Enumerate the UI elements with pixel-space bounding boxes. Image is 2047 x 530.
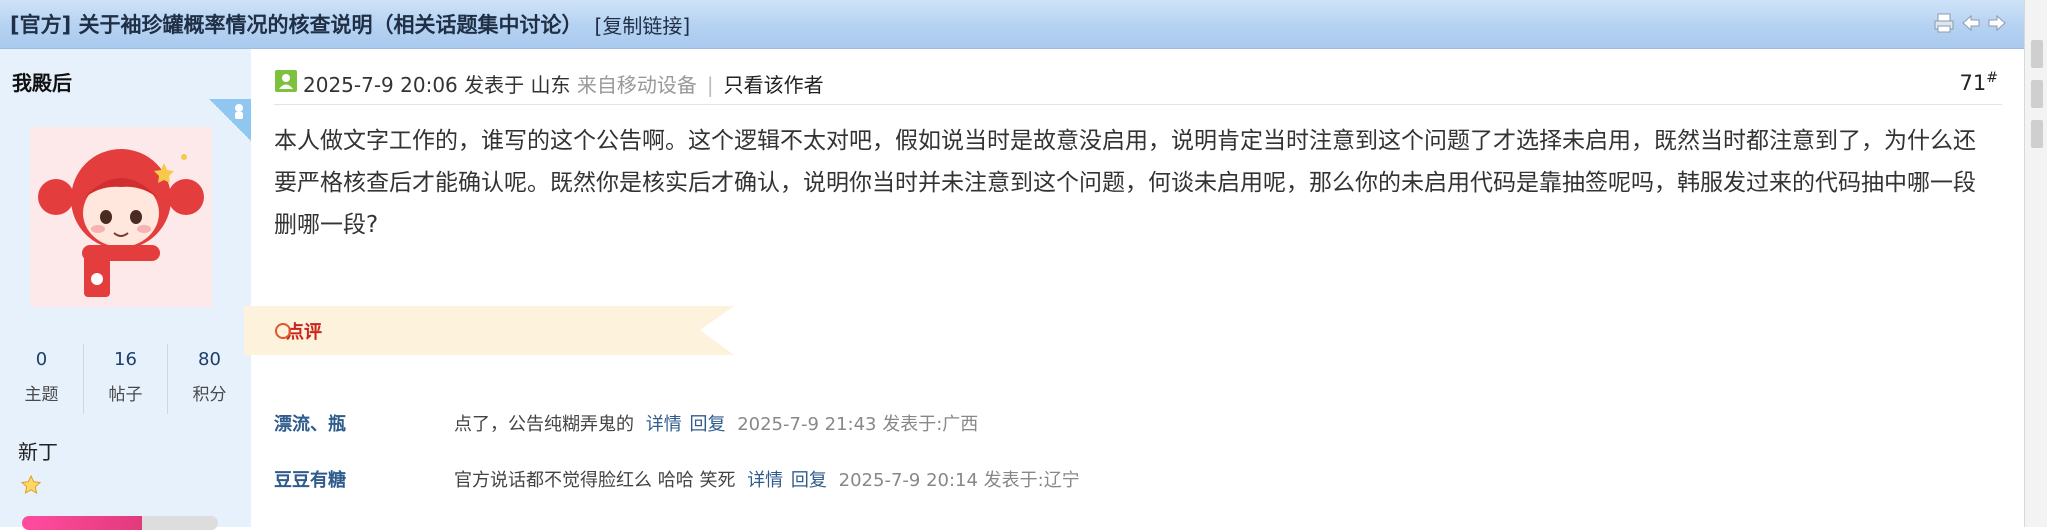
meta-separator: | (706, 73, 714, 97)
post-date: 2025-7-9 20:06 发表于 山东 (303, 73, 571, 97)
star-icon (20, 474, 42, 500)
comment-detail-link[interactable]: 详情 (646, 414, 682, 435)
gender-badge-icon (235, 104, 243, 119)
comment-item: 漂流、瓶 点了，公告纯糊弄鬼的 详情 回复 2025-7-9 21:43 发表于… (274, 410, 1974, 440)
rail-tab[interactable] (2031, 120, 2043, 148)
comment-detail-link[interactable]: 详情 (747, 470, 783, 491)
post-content: 本人做文字工作的，谁写的这个公告啊。这个逻辑不太对吧，假如说当时是故意没启用，说… (274, 128, 1976, 238)
only-author-link[interactable]: 只看该作者 (724, 73, 824, 97)
post-header: 2025-7-9 20:06 发表于 山东 来自移动设备 | 只看该作者 71# (274, 66, 2002, 105)
comment-ring-icon (274, 322, 292, 344)
comment-meta: 2025-7-9 21:43 发表于:广西 (737, 414, 979, 435)
page-scrollbar[interactable] (2024, 0, 2047, 527)
post-source: 来自移动设备 (576, 73, 697, 97)
avatar-image (38, 149, 204, 297)
comment-reply-link[interactable]: 回复 (791, 470, 827, 491)
comment-text: 官方说话都不觉得脸红么 哈哈 笑死 (454, 470, 736, 491)
author-name[interactable]: 我殿后 (12, 67, 72, 96)
stat-label: 主题 (24, 385, 59, 405)
rail-tab[interactable] (2031, 80, 2043, 108)
stat-value: 80 (198, 349, 221, 370)
comment-section-tag: 点评 (244, 306, 734, 355)
author-sidebar: 我殿后 0 主题 16 帖子 80 积分 新丁 (0, 49, 251, 530)
comment-reply-link[interactable]: 回复 (689, 414, 725, 435)
comment-text: 点了，公告纯糊弄鬼的 (454, 414, 634, 435)
comment-user[interactable]: 豆豆有糖 (274, 466, 346, 492)
comment-body: 官方说话都不觉得脸红么 哈哈 笑死 详情 回复 2025-7-9 20:14 发… (454, 466, 1080, 492)
stat-posts[interactable]: 16 帖子 (83, 344, 167, 414)
floor-number[interactable]: 71# (1960, 70, 1998, 95)
author-stats: 0 主题 16 帖子 80 积分 (0, 344, 251, 414)
print-icon[interactable] (1934, 13, 1954, 33)
comment-user[interactable]: 漂流、瓶 (274, 410, 346, 436)
online-status-icon (274, 69, 298, 97)
next-thread-icon[interactable] (1988, 13, 2006, 33)
rank-progress-fill (22, 516, 142, 530)
rail-tab[interactable] (2031, 40, 2043, 68)
floor-mark: # (1986, 70, 1998, 86)
thread-title-bar: [官方] 关于袖珍罐概率情况的核查说明（相关话题集中讨论） [复制链接] (0, 0, 2024, 49)
avatar[interactable] (30, 127, 212, 307)
rank-progress-bar (22, 516, 218, 530)
gender-badge (209, 99, 251, 141)
stat-value: 0 (35, 349, 48, 370)
thread-title: [官方] 关于袖珍罐概率情况的核查说明（相关话题集中讨论） (10, 13, 583, 37)
floor-value: 71 (1959, 71, 1987, 95)
stat-label: 帖子 (108, 385, 143, 405)
stat-label: 积分 (192, 385, 227, 405)
comment-meta: 2025-7-9 20:14 发表于:辽宁 (838, 470, 1080, 491)
stat-points[interactable]: 80 积分 (167, 344, 251, 414)
comment-item: 豆豆有糖 官方说话都不觉得脸红么 哈哈 笑死 详情 回复 2025-7-9 20… (274, 466, 1974, 496)
copy-link-button[interactable]: [复制链接] (595, 10, 691, 39)
rank-title: 新丁 (18, 440, 58, 464)
stat-value: 16 (114, 349, 137, 370)
prev-thread-icon[interactable] (1962, 13, 1980, 33)
stat-threads[interactable]: 0 主题 (0, 344, 83, 414)
comment-body: 点了，公告纯糊弄鬼的 详情 回复 2025-7-9 21:43 发表于:广西 (454, 410, 978, 436)
post-meta: 2025-7-9 20:06 发表于 山东 来自移动设备 | 只看该作者 (303, 69, 824, 98)
thread-tools (1934, 13, 2006, 33)
